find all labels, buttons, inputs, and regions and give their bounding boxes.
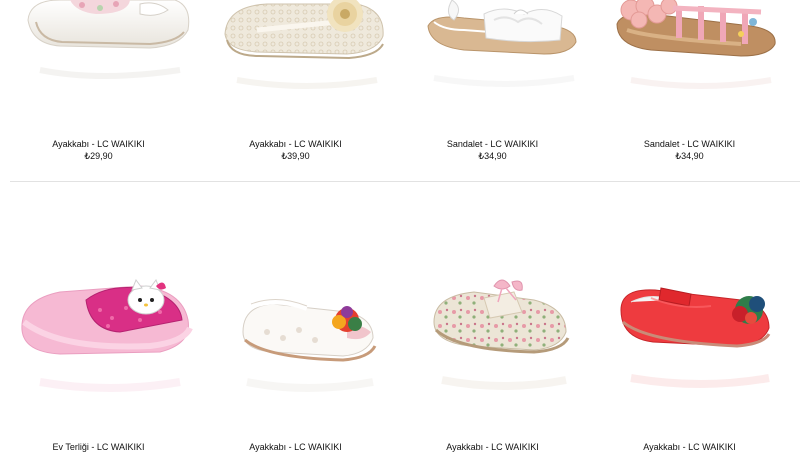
product-caption: Ayakkabı - LC WAIKIKI <box>394 441 591 453</box>
product-title[interactable]: Ev Terliği - LC WAIKIKI <box>0 441 197 453</box>
white-ballet-flat-floral-lining-image[interactable] <box>0 0 197 130</box>
product-grid-page: Ayakkabı - LC WAIKIKI ₺29,90 Ayakkabı - … <box>0 0 800 453</box>
white-peep-toe-flower-flat-image[interactable] <box>197 182 394 437</box>
product-caption: Ev Terliği - LC WAIKIKI <box>0 441 197 453</box>
product-card[interactable]: Ayakkabı - LC WAIKIKI ₺39,90 <box>197 0 394 180</box>
product-card[interactable]: Ev Terliği - LC WAIKIKI <box>0 182 197 453</box>
product-card[interactable]: Sandalet - LC WAIKIKI ₺34,90 <box>394 0 591 180</box>
product-price: ₺39,90 <box>281 151 310 161</box>
product-price: ₺34,90 <box>675 151 704 161</box>
product-card[interactable]: Ayakkabı - LC WAIKIKI <box>394 182 591 453</box>
product-card[interactable]: Sandalet - LC WAIKIKI ₺34,90 <box>591 0 788 180</box>
product-title[interactable]: Ayakkabı - LC WAIKIKI <box>591 441 788 453</box>
product-price: ₺34,90 <box>478 151 507 161</box>
product-title[interactable]: Sandalet - LC WAIKIKI <box>394 138 591 150</box>
floral-print-lace-up-shoe-image[interactable] <box>394 182 591 437</box>
product-price: ₺29,90 <box>84 151 113 161</box>
product-title[interactable]: Ayakkabı - LC WAIKIKI <box>0 138 197 150</box>
pink-flower-sandal-image[interactable] <box>591 0 788 130</box>
product-caption: Ayakkabı - LC WAIKIKI ₺29,90 <box>0 138 197 162</box>
product-card[interactable]: Ayakkabı - LC WAIKIKI <box>591 182 788 453</box>
product-title[interactable]: Ayakkabı - LC WAIKIKI <box>394 441 591 453</box>
product-caption: Sandalet - LC WAIKIKI ₺34,90 <box>591 138 788 162</box>
product-card[interactable]: Ayakkabı - LC WAIKIKI <box>197 182 394 453</box>
product-caption: Sandalet - LC WAIKIKI ₺34,90 <box>394 138 591 162</box>
cream-lace-flat-flower-image[interactable] <box>197 0 394 130</box>
product-title[interactable]: Ayakkabı - LC WAIKIKI <box>197 441 394 453</box>
product-row-1: Ayakkabı - LC WAIKIKI ₺29,90 Ayakkabı - … <box>0 0 800 180</box>
product-caption: Ayakkabı - LC WAIKIKI <box>197 441 394 453</box>
product-caption: Ayakkabı - LC WAIKIKI ₺39,90 <box>197 138 394 162</box>
product-title[interactable]: Ayakkabı - LC WAIKIKI <box>197 138 394 150</box>
product-row-2: Ev Terliği - LC WAIKIKI Ayakkabı - LC WA… <box>0 182 800 453</box>
product-caption: Ayakkabı - LC WAIKIKI <box>591 441 788 453</box>
product-title[interactable]: Sandalet - LC WAIKIKI <box>591 138 788 150</box>
white-scalloped-sandal-image[interactable] <box>394 0 591 130</box>
red-mary-jane-flower-image[interactable] <box>591 182 788 437</box>
pink-fluffy-kitty-slipper-image[interactable] <box>0 182 197 437</box>
product-card[interactable]: Ayakkabı - LC WAIKIKI ₺29,90 <box>0 0 197 180</box>
